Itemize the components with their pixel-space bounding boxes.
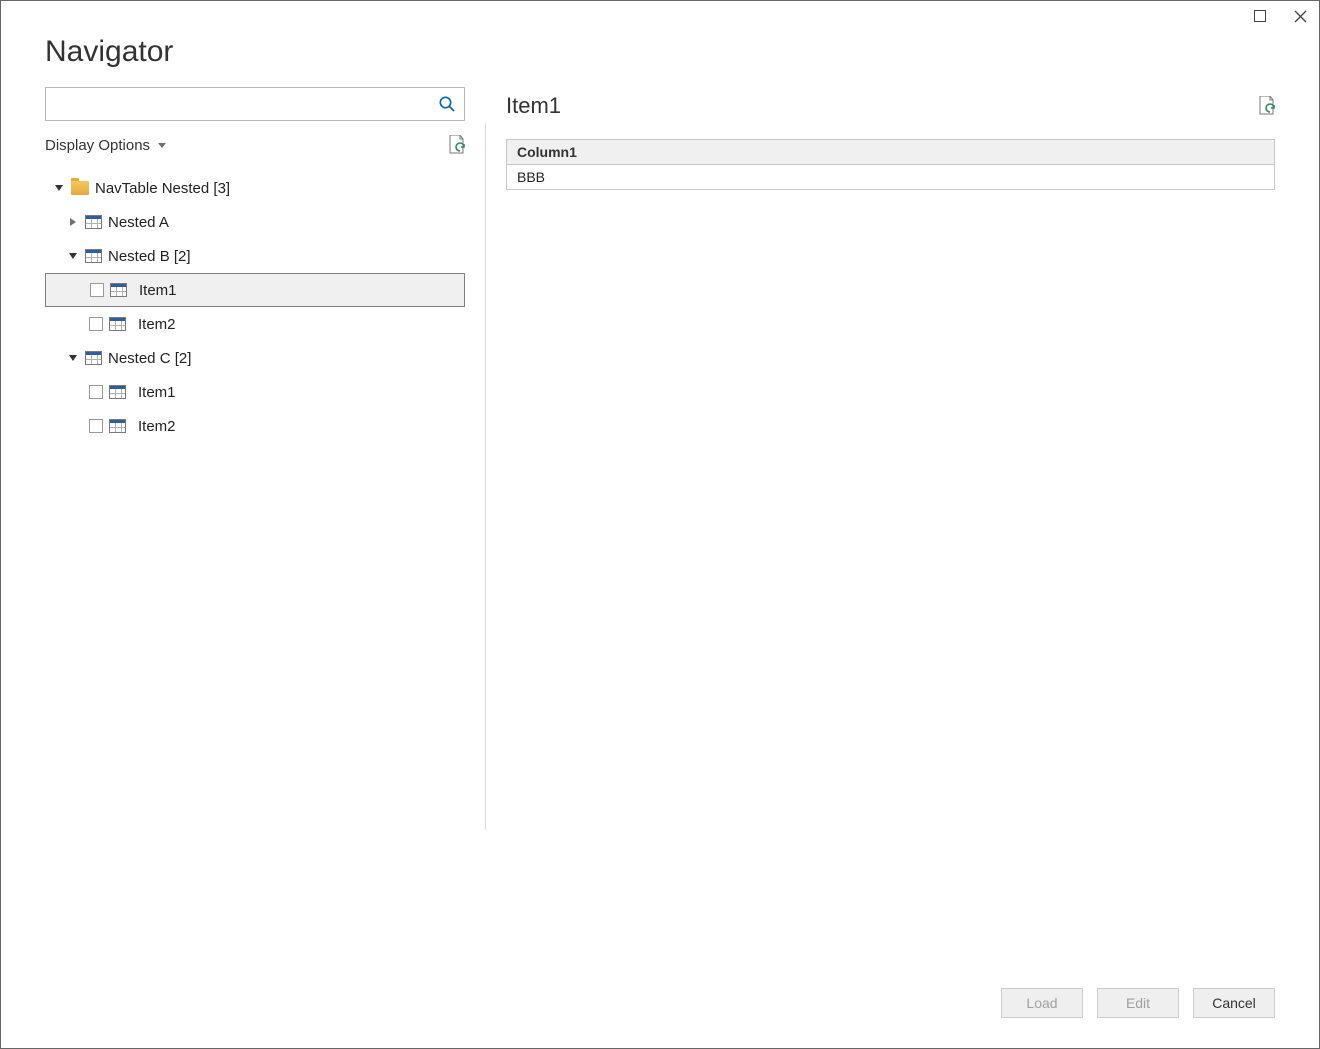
maximize-icon[interactable] xyxy=(1253,9,1267,23)
right-pane: Item1 Column1 xyxy=(506,87,1275,950)
folder-icon xyxy=(71,181,89,195)
vertical-divider xyxy=(485,123,486,830)
checkbox[interactable] xyxy=(89,385,103,399)
table-icon xyxy=(109,419,126,433)
load-button[interactable]: Load xyxy=(1001,988,1083,1018)
chevron-down-icon xyxy=(158,143,166,148)
display-options-label: Display Options xyxy=(45,137,150,154)
tree-label: Nested B [2] xyxy=(108,248,191,265)
preview-table: Column1 BBB xyxy=(506,139,1275,190)
left-pane: Display Options NavTable Nested xyxy=(45,87,465,950)
column-header[interactable]: Column1 xyxy=(507,140,1275,165)
collapse-icon[interactable] xyxy=(67,253,79,259)
table-icon xyxy=(85,215,102,229)
navigator-window: Navigator Display Options xyxy=(0,0,1320,1049)
checkbox[interactable] xyxy=(90,283,104,297)
titlebar xyxy=(1,1,1319,31)
tree-item-nested-c[interactable]: Nested C [2] xyxy=(45,341,465,375)
close-icon[interactable] xyxy=(1293,9,1307,23)
table-icon xyxy=(85,351,102,365)
search-icon[interactable] xyxy=(438,95,456,113)
collapse-icon[interactable] xyxy=(67,355,79,361)
search-input-wrap[interactable] xyxy=(45,87,465,121)
expand-icon[interactable] xyxy=(67,218,79,226)
table-icon xyxy=(109,317,126,331)
refresh-icon[interactable] xyxy=(1257,96,1275,116)
preview-title: Item1 xyxy=(506,93,561,119)
collapse-icon[interactable] xyxy=(53,185,65,191)
dialog-footer: Load Edit Cancel xyxy=(1,970,1319,1048)
tree-item-nested-b-item2[interactable]: Item2 xyxy=(45,307,465,341)
tree-root-navtable-nested[interactable]: NavTable Nested [3] xyxy=(45,171,465,205)
tree-item-nested-b[interactable]: Nested B [2] xyxy=(45,239,465,273)
table-row[interactable]: BBB xyxy=(507,165,1275,190)
tree-label: Item1 xyxy=(139,282,177,299)
table-header-row: Column1 xyxy=(507,140,1275,165)
table-icon xyxy=(110,283,127,297)
tree-label: Item2 xyxy=(138,316,176,333)
checkbox[interactable] xyxy=(89,419,103,433)
navigator-tree: NavTable Nested [3] Nested A Nested B [2… xyxy=(45,171,465,443)
tree-label: Nested C [2] xyxy=(108,350,191,367)
search-input[interactable] xyxy=(56,95,438,113)
tree-item-nested-c-item1[interactable]: Item1 xyxy=(45,375,465,409)
tree-label: Item1 xyxy=(138,384,176,401)
edit-button[interactable]: Edit xyxy=(1097,988,1179,1018)
dialog-title: Navigator xyxy=(45,35,1275,69)
tree-item-nested-b-item1[interactable]: Item1 xyxy=(45,273,465,307)
checkbox[interactable] xyxy=(89,317,103,331)
tree-label: Item2 xyxy=(138,418,176,435)
dialog-header: Navigator xyxy=(1,31,1319,87)
tree-label: Nested A xyxy=(108,214,169,231)
cancel-button[interactable]: Cancel xyxy=(1193,988,1275,1018)
tree-item-nested-c-item2[interactable]: Item2 xyxy=(45,409,465,443)
display-options-dropdown[interactable]: Display Options xyxy=(45,137,166,154)
table-icon xyxy=(85,249,102,263)
refresh-icon[interactable] xyxy=(447,135,465,155)
table-icon xyxy=(109,385,126,399)
tree-item-nested-a[interactable]: Nested A xyxy=(45,205,465,239)
tree-label: NavTable Nested [3] xyxy=(95,180,230,197)
table-cell: BBB xyxy=(507,165,1275,190)
